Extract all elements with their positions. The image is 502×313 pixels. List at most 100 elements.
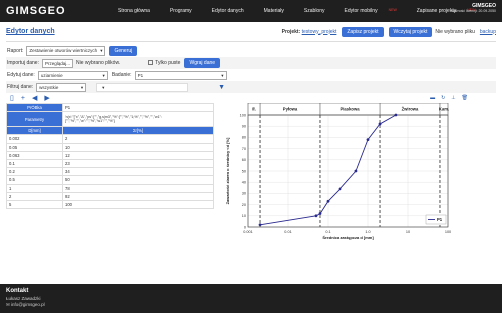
table-row: PrÓBka P1	[6, 102, 214, 113]
chart-toolbar: ▬ ↻ ⊥ 🗑	[220, 93, 496, 103]
new-badge: NEW	[388, 8, 397, 12]
legend-label: P1	[437, 217, 443, 222]
arrow-right-icon[interactable]: ▶	[44, 94, 49, 102]
data-point	[378, 122, 382, 126]
report-row: Raport: Zestawienie otworów wiertniczych…	[6, 45, 496, 57]
browse-button[interactable]: Przeglądaj...	[41, 58, 73, 68]
y-tick-label: 100	[240, 113, 246, 117]
filter-icon[interactable]: ▼	[218, 84, 225, 91]
cell-percent[interactable]: 92	[62, 191, 214, 201]
arrow-left-icon[interactable]: ◀	[32, 94, 37, 102]
data-point	[326, 199, 330, 203]
cell-diameter[interactable]: 2	[6, 191, 63, 201]
y-tick-label: 30	[242, 192, 246, 196]
footer: Kontakt Łukasz Zawadzki ✉ info@gimsgeo.p…	[0, 284, 502, 313]
meta-value[interactable]: P1	[62, 102, 214, 113]
y-tick-label: 20	[242, 203, 246, 207]
add-icon[interactable]: +	[21, 95, 25, 102]
data-panel: ▯ + ◀ ▶ PrÓBka P1 Parametry'n(x':"["x","Δ"…	[6, 93, 214, 245]
only-empty-checkbox[interactable]	[148, 60, 154, 66]
trash-icon[interactable]: 🗑	[462, 95, 468, 101]
params-cell[interactable]: 'n(x':"["x","Δ","ps":["","g,s|m3","%":["…	[62, 111, 214, 128]
data-point	[318, 212, 322, 215]
cell-percent[interactable]: 23	[62, 158, 214, 169]
nav-item[interactable]: Materiały	[264, 8, 294, 14]
x-tick-label: 10	[406, 230, 410, 234]
page-header: Edytor danych Projekt: testowy_projekt Z…	[6, 22, 496, 42]
filter-value-select[interactable]: ▾	[96, 82, 189, 92]
cell-diameter[interactable]: 0.063	[6, 150, 63, 160]
backup-link[interactable]: backup	[480, 29, 496, 35]
cell-percent[interactable]: 34	[62, 167, 214, 177]
new-page-icon[interactable]: ▯	[10, 94, 14, 102]
table-row: 0.1 23	[6, 158, 214, 169]
cell-percent[interactable]: 10	[62, 142, 214, 152]
table-row: Parametry'n(x':"["x","Δ","ps":["","g,s|m…	[6, 111, 214, 128]
edit-select[interactable]: uziarnienie ▾	[37, 70, 108, 80]
nav-item-label: Programy	[169, 8, 192, 14]
column-header: Σr[%]	[62, 126, 214, 136]
report-select[interactable]: Zestawienie otworów wiertniczych ▾	[26, 46, 106, 56]
only-empty-label: Tylko puste	[155, 60, 181, 66]
zone-label: Kam.	[439, 107, 449, 112]
no-file-text: Nie wybrano pliku	[435, 28, 475, 35]
nav-item-label: Zapisane projekty	[416, 8, 457, 14]
load-project-button[interactable]: Wczytaj projekt	[388, 26, 433, 37]
cell-percent[interactable]: 78	[62, 183, 214, 193]
meta-label: PrÓBka	[6, 102, 63, 113]
zone-label: Żwirowa	[402, 107, 419, 112]
cell-percent[interactable]: 2	[62, 134, 214, 144]
nav-item-label: Szablony	[303, 8, 325, 14]
table-header-row: D[mm] Σr[%]	[6, 126, 214, 136]
main-content: Edytor danych Projekt: testowy_projekt Z…	[0, 22, 502, 284]
project-info: Projekt: testowy_projekt	[282, 29, 337, 35]
nav-item[interactable]: Szablony	[304, 8, 335, 14]
x-tick-label: 0.001	[243, 230, 253, 234]
pin-icon[interactable]: ⊥	[451, 95, 455, 101]
cell-diameter[interactable]: 1	[6, 183, 63, 193]
page-title[interactable]: Edytor danych	[6, 28, 282, 35]
refresh-icon[interactable]: ↻	[441, 95, 445, 101]
nav-item[interactable]: Edytor danych	[212, 8, 254, 14]
y-tick-label: 10	[242, 214, 246, 218]
folder-icon[interactable]: ▬	[430, 95, 435, 101]
cell-diameter[interactable]: 0.05	[6, 142, 63, 152]
y-tick-label: 70	[242, 147, 246, 151]
data-point	[394, 113, 398, 117]
save-project-button[interactable]: Zapisz projekt	[342, 26, 384, 37]
nav-item[interactable]: Programy	[170, 8, 202, 14]
app-logo[interactable]: GIMSGEO	[6, 5, 118, 17]
chevron-down-icon: ▾	[100, 48, 103, 53]
x-tick-label: 1.0	[365, 230, 370, 234]
cell-percent[interactable]: 50	[62, 175, 214, 185]
upload-data-button[interactable]: Wgraj dane	[184, 58, 221, 68]
test-select[interactable]: P1 ▾	[134, 70, 227, 80]
report-label: Raport:	[7, 48, 24, 54]
data-point	[366, 138, 370, 142]
filter-select[interactable]: wszystkie ▾	[36, 82, 87, 92]
generate-button[interactable]: Generuj	[109, 46, 138, 56]
footer-email[interactable]: ✉ info@gimsgeo.pl	[6, 302, 496, 308]
cell-diameter[interactable]: 5	[6, 199, 63, 210]
cell-percent[interactable]: 12	[62, 150, 214, 160]
y-tick-label: 0	[244, 225, 246, 229]
filter-row: Filtruj dane: wszystkie ▾ ▾ ▼	[6, 81, 496, 93]
project-name-link[interactable]: testowy_projekt	[302, 29, 337, 35]
nav-item[interactable]: Edytor mobilny NEW	[345, 8, 407, 14]
cell-percent[interactable]: 100	[62, 199, 214, 210]
test-label: Badanie:	[111, 72, 132, 78]
main-nav: Strona główna Programy Edytor danych Materi…	[118, 8, 495, 14]
cell-diameter[interactable]: 0.5	[6, 175, 63, 185]
cell-diameter[interactable]: 0.1	[6, 158, 63, 169]
y-axis-label: Zawartość ziaren o średnicy <d [%]	[225, 137, 230, 204]
table-row: 0.002 2	[6, 134, 214, 144]
y-tick-label: 40	[242, 181, 246, 185]
only-empty-option[interactable]: Tylko puste	[148, 60, 180, 66]
edit-label: Edytuj dane:	[7, 72, 35, 78]
cell-diameter[interactable]: 0.2	[6, 167, 63, 177]
brand-box: GIMSGEO ważność licencji: 20.09.2050	[451, 3, 496, 13]
x-tick-label: 100	[445, 230, 451, 234]
chevron-down-icon: ▾	[80, 84, 84, 90]
cell-diameter[interactable]: 0.002	[6, 134, 63, 144]
nav-item[interactable]: Strona główna	[118, 8, 160, 14]
